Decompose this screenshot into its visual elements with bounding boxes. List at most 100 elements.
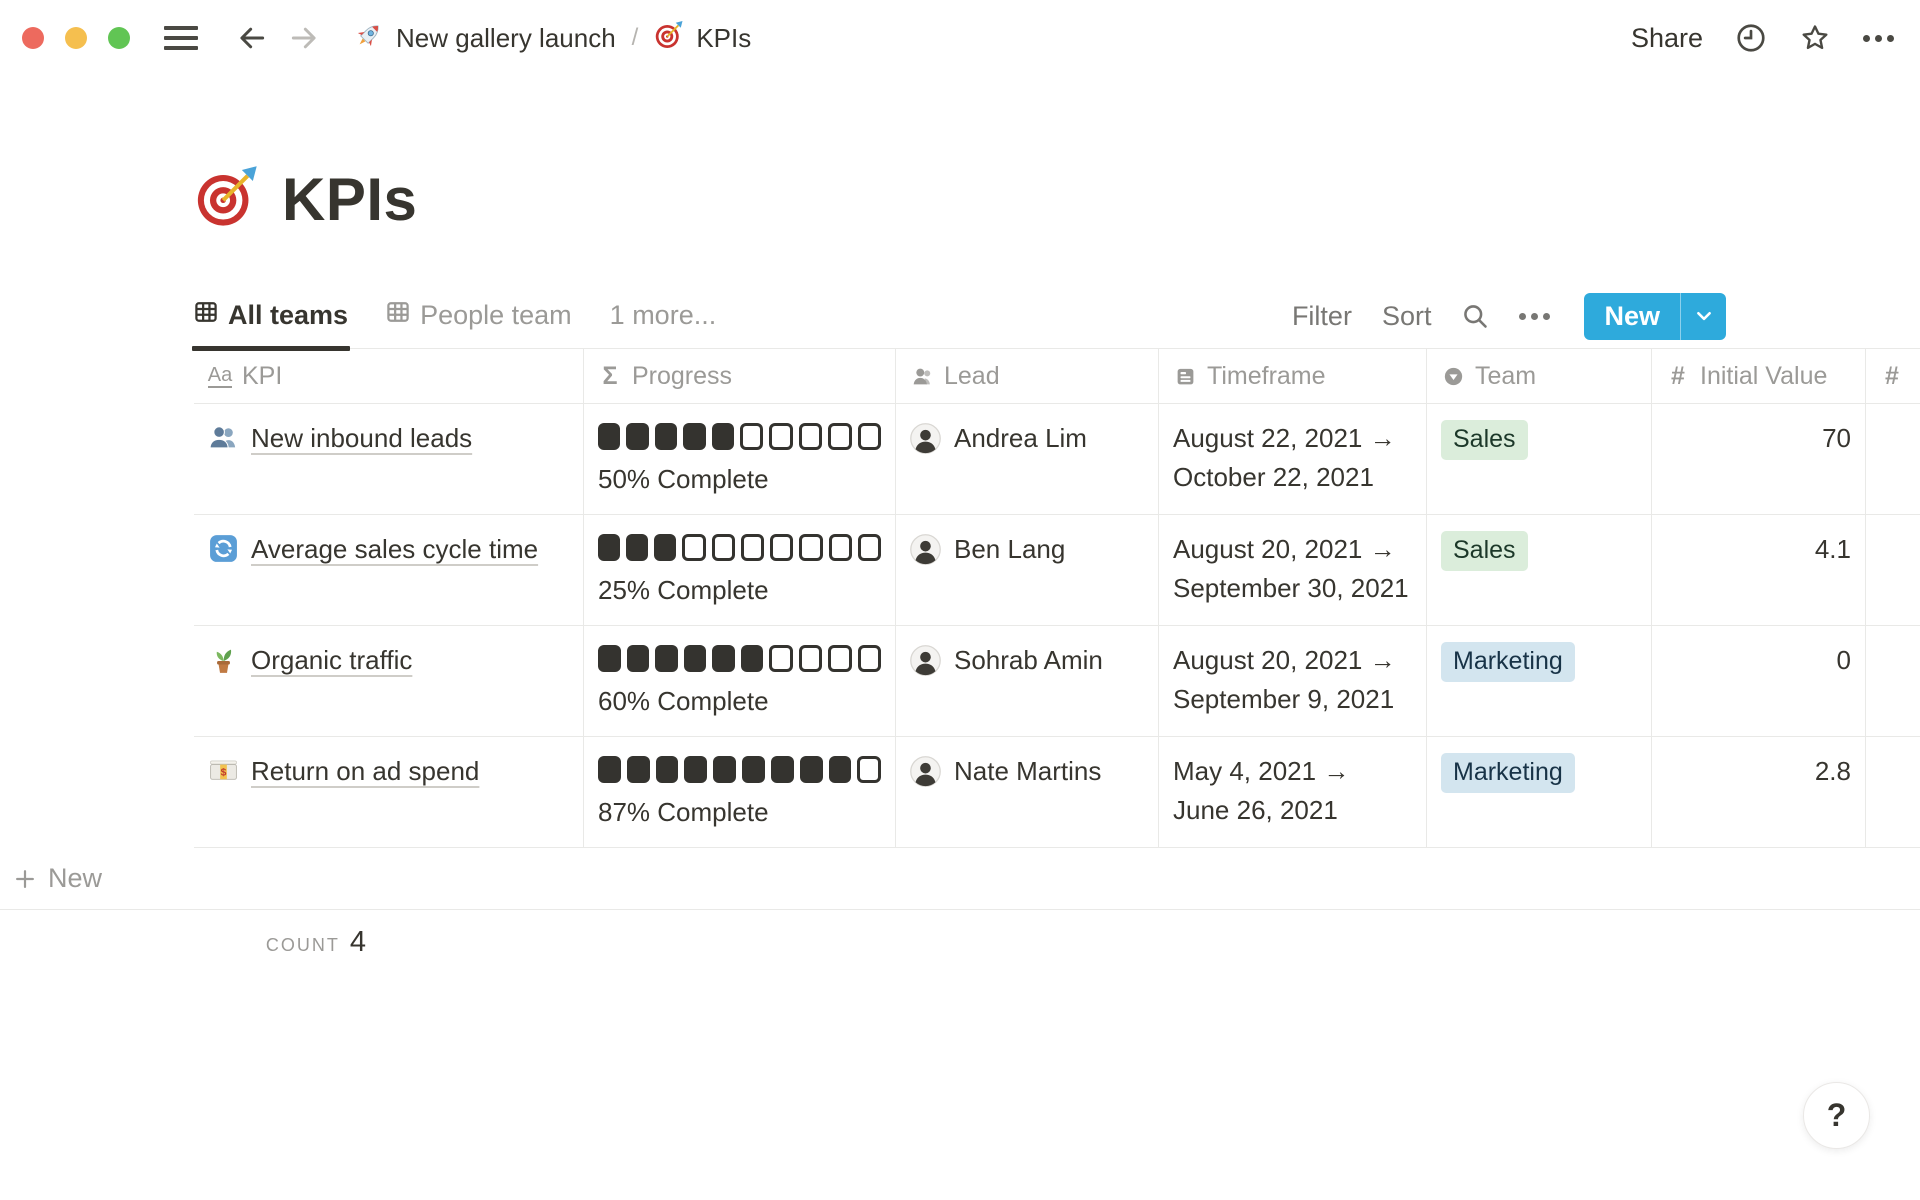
progress-square [771, 756, 794, 783]
cell-progress[interactable]: 50% Complete [584, 404, 896, 514]
help-button[interactable]: ? [1803, 1082, 1870, 1149]
cell-progress[interactable]: 25% Complete [584, 515, 896, 625]
cell-lead[interactable]: Sohrab Amin [896, 626, 1159, 736]
kpi-page-link[interactable]: Return on ad spend [251, 756, 479, 786]
search-icon[interactable] [1461, 302, 1489, 330]
progress-text: 87% Complete [598, 797, 769, 827]
breadcrumb-item-parent[interactable]: New gallery launch [354, 20, 616, 57]
add-row-button[interactable]: New [0, 848, 1920, 910]
tab-people-team[interactable]: People team [386, 283, 572, 349]
count-aggregate[interactable]: COUNT4 [0, 910, 390, 959]
cell-kpi[interactable]: New inbound leads [194, 404, 584, 514]
progress-square [655, 423, 677, 450]
column-header-initial[interactable]: #Initial Value [1652, 349, 1866, 403]
progress-square [829, 534, 852, 561]
cell-team[interactable]: Marketing [1427, 626, 1652, 736]
cycle-icon [208, 533, 239, 575]
minimize-window-button[interactable] [65, 27, 87, 49]
progress-bar [598, 534, 881, 561]
cell-progress[interactable]: 87% Complete [584, 737, 896, 847]
kpi-page-link[interactable]: Organic traffic [251, 645, 412, 675]
progress-square [626, 534, 648, 561]
cell-lead[interactable]: Nate Martins [896, 737, 1159, 847]
cell-initial-value[interactable]: 2.8 [1652, 737, 1866, 847]
traffic-lights [22, 27, 130, 49]
cell-timeframe[interactable]: August 20, 2021 → September 9, 2021 [1159, 626, 1427, 736]
sidebar-toggle-icon[interactable] [164, 26, 198, 50]
share-button[interactable]: Share [1631, 23, 1703, 54]
updates-clock-icon[interactable] [1735, 22, 1767, 54]
lead-name: Nate Martins [954, 752, 1101, 791]
cell-extra[interactable] [1866, 737, 1920, 847]
breadcrumb-label: KPIs [696, 23, 751, 54]
more-views-link[interactable]: 1 more... [610, 300, 717, 331]
progress-square [655, 645, 678, 672]
cell-initial-value[interactable]: 4.1 [1652, 515, 1866, 625]
cell-kpi[interactable]: $ Return on ad spend [194, 737, 584, 847]
cell-lead[interactable]: Ben Lang [896, 515, 1159, 625]
cell-initial-value[interactable]: 0 [1652, 626, 1866, 736]
close-window-button[interactable] [22, 27, 44, 49]
plant-icon [208, 644, 239, 686]
cell-extra[interactable] [1866, 626, 1920, 736]
cell-extra[interactable] [1866, 515, 1920, 625]
tab-label: People team [420, 300, 572, 331]
progress-square [627, 756, 650, 783]
cell-kpi[interactable]: Organic traffic [194, 626, 584, 736]
column-header-kpi[interactable]: AaKPI [194, 349, 584, 403]
cell-lead[interactable]: Andrea Lim [896, 404, 1159, 514]
lead-name: Andrea Lim [954, 419, 1087, 458]
column-header-lead[interactable]: Lead [896, 349, 1159, 403]
breadcrumb-label: New gallery launch [396, 23, 616, 54]
filter-button[interactable]: Filter [1292, 301, 1352, 332]
progress-square [682, 534, 705, 561]
initial-value-text: 70 [1822, 423, 1851, 453]
lead-name: Sohrab Amin [954, 641, 1103, 680]
new-button-label: New [1584, 293, 1680, 340]
kpi-page-link[interactable]: New inbound leads [251, 423, 472, 453]
table-view-icon [386, 300, 410, 331]
tab-all-teams[interactable]: All teams [194, 283, 348, 349]
progress-square [828, 423, 851, 450]
view-toolbar: All teams People team 1 more... Filter S… [194, 283, 1920, 349]
progress-square [799, 534, 822, 561]
column-header-team[interactable]: Team [1427, 349, 1652, 403]
breadcrumb: New gallery launch / KPIs [354, 20, 751, 57]
forward-arrow-icon[interactable] [288, 21, 322, 55]
progress-square [828, 645, 852, 672]
team-badge: Sales [1441, 531, 1528, 571]
cell-team[interactable]: Sales [1427, 515, 1652, 625]
breadcrumb-item-current[interactable]: KPIs [654, 20, 751, 57]
rocket-icon [354, 20, 384, 57]
cell-timeframe[interactable]: August 20, 2021 → September 30, 2021 [1159, 515, 1427, 625]
favorite-star-icon[interactable] [1799, 22, 1831, 54]
cell-team[interactable]: Marketing [1427, 737, 1652, 847]
progress-square [799, 423, 822, 450]
more-options-icon[interactable] [1863, 35, 1894, 42]
table-row: New inbound leads 50% Complete Andrea Lim A… [194, 404, 1920, 515]
sort-button[interactable]: Sort [1382, 301, 1432, 332]
cell-team[interactable]: Sales [1427, 404, 1652, 514]
column-header-progress[interactable]: ΣProgress [584, 349, 896, 403]
chevron-down-icon[interactable] [1680, 293, 1726, 340]
column-header-extra[interactable]: # [1866, 349, 1920, 403]
progress-square [598, 645, 621, 672]
column-header-timeframe[interactable]: Timeframe [1159, 349, 1427, 403]
cell-kpi[interactable]: Average sales cycle time [194, 515, 584, 625]
view-options-icon[interactable] [1519, 313, 1550, 320]
svg-text:$: $ [221, 768, 227, 779]
cell-timeframe[interactable]: August 22, 2021 → October 22, 2021 [1159, 404, 1427, 514]
back-arrow-icon[interactable] [236, 21, 270, 55]
kpi-page-link[interactable]: Average sales cycle time [251, 534, 538, 564]
progress-text: 25% Complete [598, 575, 769, 605]
new-record-button[interactable]: New [1584, 293, 1726, 340]
cell-extra[interactable] [1866, 404, 1920, 514]
cell-initial-value[interactable]: 70 [1652, 404, 1866, 514]
cell-progress[interactable]: 60% Complete [584, 626, 896, 736]
column-header-label: Timeframe [1207, 361, 1326, 391]
zoom-window-button[interactable] [108, 27, 130, 49]
table-row: Average sales cycle time 25% Complete Ben … [194, 515, 1920, 626]
initial-value-text: 2.8 [1815, 756, 1851, 786]
table-header-row: AaKPIΣProgressLead Timeframe Team#Initial … [194, 349, 1920, 404]
cell-timeframe[interactable]: May 4, 2021 → June 26, 2021 [1159, 737, 1427, 847]
